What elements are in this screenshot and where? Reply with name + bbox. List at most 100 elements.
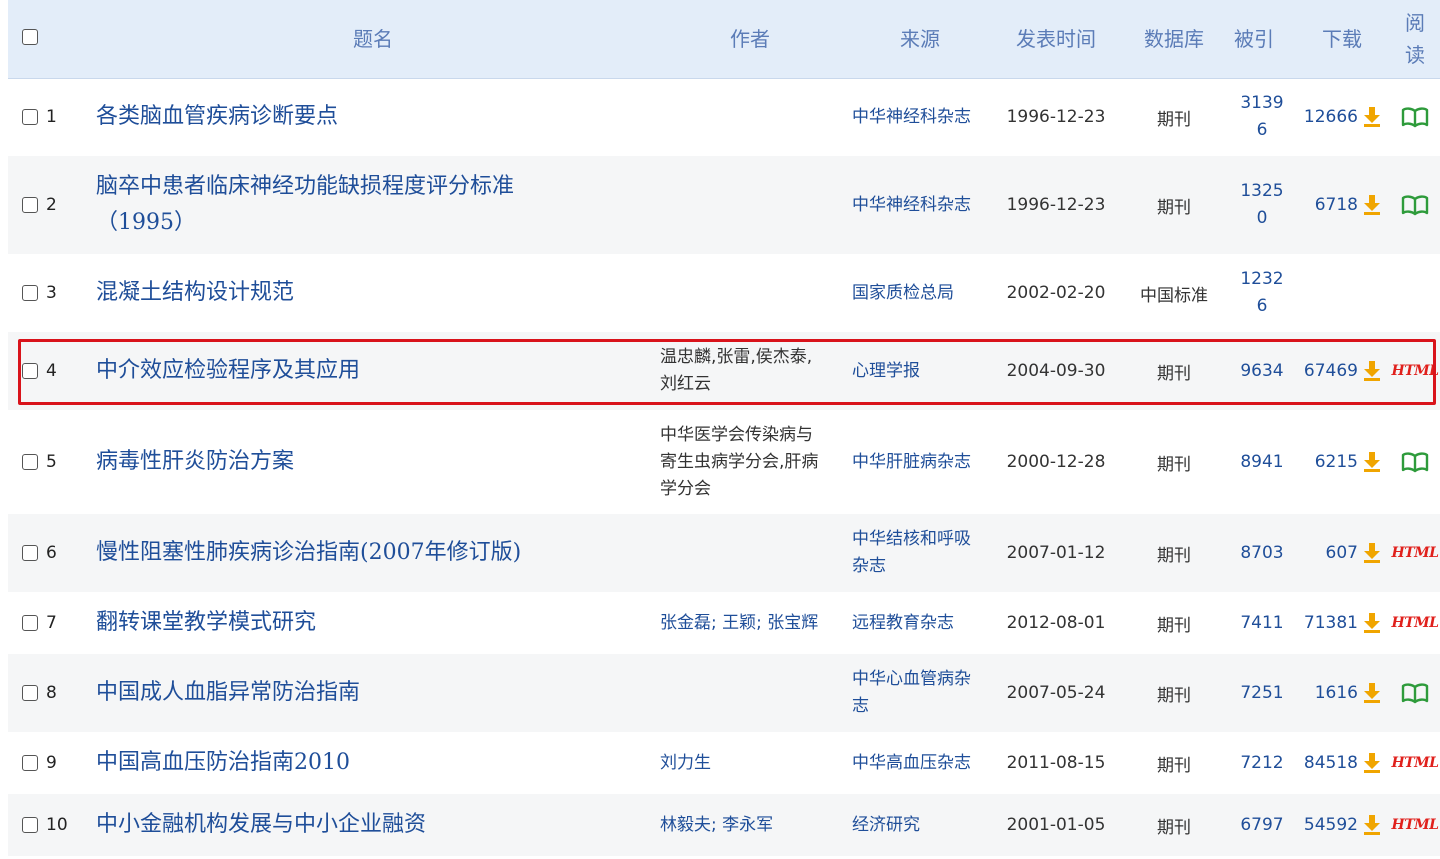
read-book-icon[interactable] [1401, 106, 1429, 128]
download-cell[interactable]: 54592 [1294, 794, 1382, 856]
header-cited[interactable]: 被引 [1224, 20, 1284, 54]
paper-title[interactable]: 翻转课堂教学模式研究 [96, 592, 656, 654]
cited-line-1[interactable]: 3139 [1240, 93, 1283, 113]
paper-title[interactable]: 中国成人血脂异常防治指南 [96, 654, 656, 732]
download-cell[interactable]: 12666 [1294, 78, 1382, 156]
cited-line-2[interactable]: 0 [1257, 208, 1268, 228]
download-cell[interactable] [1294, 254, 1382, 332]
title-line-1[interactable]: 中国成人血脂异常防治指南 [96, 680, 360, 705]
download-count[interactable]: 6718 [1315, 195, 1358, 215]
read-book-icon[interactable] [1401, 451, 1429, 473]
html-read-link[interactable]: HTML [1392, 755, 1440, 771]
read-book-icon[interactable] [1401, 194, 1429, 216]
download-cell[interactable]: 6215 [1294, 410, 1382, 514]
download-count[interactable]: 1616 [1315, 683, 1358, 703]
download-icon[interactable] [1362, 612, 1382, 634]
read-cell[interactable] [1392, 156, 1438, 254]
source-line-1[interactable]: 中华肝脏病杂志 [852, 452, 971, 472]
download-cell[interactable]: 84518 [1294, 732, 1382, 794]
read-cell[interactable] [1392, 254, 1438, 332]
cited-count[interactable]: 8703 [1240, 540, 1283, 567]
paper-title[interactable]: 中小金融机构发展与中小企业融资 [96, 794, 656, 856]
source-cell[interactable]: 国家质检总局 [852, 254, 992, 332]
row-checkbox-wrap[interactable]: 8 [22, 654, 57, 732]
cited-line-2[interactable]: 6 [1257, 296, 1268, 316]
read-cell[interactable]: HTML [1392, 592, 1440, 654]
cited-cell[interactable]: 8703 [1230, 514, 1294, 592]
row-checkbox-wrap[interactable]: 9 [22, 732, 57, 794]
source-line-1[interactable]: 经济研究 [852, 815, 920, 835]
download-icon[interactable] [1362, 106, 1382, 128]
header-download[interactable]: 下载 [1304, 20, 1380, 54]
download-icon[interactable] [1362, 752, 1382, 774]
author-line[interactable]: 中华医学会传染病与 [660, 425, 813, 445]
download-count[interactable]: 84518 [1304, 753, 1358, 773]
row-checkbox[interactable] [22, 755, 38, 771]
header-author[interactable]: 作者 [660, 20, 840, 54]
cited-count[interactable]: 7411 [1240, 610, 1283, 637]
header-database[interactable]: 数据库 [1126, 20, 1222, 54]
author-line[interactable]: 张金磊; 王颖; 张宝辉 [660, 613, 818, 633]
source-line-1[interactable]: 中华高血压杂志 [852, 753, 971, 773]
html-read-link[interactable]: HTML [1392, 615, 1440, 631]
header-date[interactable]: 发表时间 [998, 20, 1114, 54]
read-cell[interactable]: HTML [1392, 514, 1440, 592]
title-line-1[interactable]: 中国高血压防治指南2010 [96, 750, 350, 775]
download-icon[interactable] [1362, 682, 1382, 704]
read-cell[interactable]: HTML [1392, 732, 1440, 794]
title-line-1[interactable]: 脑卒中患者临床神经功能缺损程度评分标准 [96, 174, 514, 199]
row-checkbox[interactable] [22, 109, 38, 125]
cited-count[interactable]: 7251 [1240, 680, 1283, 707]
paper-title[interactable]: 脑卒中患者临床神经功能缺损程度评分标准 （1995） [96, 156, 656, 254]
title-line-1[interactable]: 翻转课堂教学模式研究 [96, 610, 316, 635]
title-line-1[interactable]: 中小金融机构发展与中小企业融资 [96, 812, 426, 837]
row-checkbox[interactable] [22, 545, 38, 561]
row-checkbox[interactable] [22, 817, 38, 833]
source-line-1[interactable]: 中华神经科杂志 [852, 107, 971, 127]
download-cell[interactable]: 6718 [1294, 156, 1382, 254]
source-cell[interactable]: 中华神经科杂志 [852, 156, 992, 254]
paper-title[interactable]: 慢性阻塞性肺疾病诊治指南(2007年修订版) [96, 514, 656, 592]
read-cell[interactable] [1392, 78, 1438, 156]
cited-count[interactable]: 8941 [1240, 449, 1283, 476]
download-icon[interactable] [1362, 814, 1382, 836]
download-cell[interactable]: 71381 [1294, 592, 1382, 654]
cited-cell[interactable]: 8941 [1230, 410, 1294, 514]
author-line[interactable]: 刘力生 [660, 753, 711, 773]
title-line-1[interactable]: 慢性阻塞性肺疾病诊治指南(2007年修订版) [96, 540, 521, 565]
read-cell[interactable]: HTML [1392, 794, 1440, 856]
download-count[interactable]: 6215 [1315, 452, 1358, 472]
html-read-link[interactable]: HTML [1392, 545, 1440, 561]
read-cell[interactable] [1392, 654, 1438, 732]
cited-line-1[interactable]: 1232 [1240, 269, 1283, 289]
download-icon[interactable] [1362, 194, 1382, 216]
author-line[interactable]: 寄生虫病学分会,肝病 [660, 452, 818, 472]
paper-title[interactable]: 病毒性肝炎防治方案 [96, 410, 656, 514]
source-line-2[interactable]: 杂志 [852, 556, 886, 576]
header-source[interactable]: 来源 [850, 20, 990, 54]
paper-title[interactable]: 中国高血压防治指南2010 [96, 732, 656, 794]
cited-cell[interactable]: 1232 6 [1230, 254, 1294, 332]
row-checkbox[interactable] [22, 685, 38, 701]
source-cell[interactable]: 中华结核和呼吸 杂志 [852, 514, 992, 592]
row-checkbox-wrap[interactable]: 3 [22, 254, 57, 332]
download-count[interactable]: 54592 [1304, 815, 1358, 835]
row-checkbox[interactable] [22, 197, 38, 213]
cited-count[interactable]: 7212 [1240, 750, 1283, 777]
source-line-2[interactable]: 志 [852, 696, 869, 716]
row-checkbox-wrap[interactable]: 1 [22, 78, 57, 156]
download-count[interactable]: 607 [1326, 543, 1358, 563]
cited-cell[interactable]: 7212 [1230, 732, 1294, 794]
source-cell[interactable]: 中华心血管病杂志 [852, 654, 992, 732]
read-book-icon[interactable] [1401, 682, 1429, 704]
source-cell[interactable]: 远程教育杂志 [852, 592, 992, 654]
title-line-1[interactable]: 病毒性肝炎防治方案 [96, 449, 294, 474]
source-cell[interactable]: 中华肝脏病杂志 [852, 410, 992, 514]
source-line-1[interactable]: 中华心血管病杂 [852, 669, 971, 689]
download-icon[interactable] [1362, 451, 1382, 473]
header-title[interactable]: 题名 [248, 20, 498, 54]
read-cell[interactable] [1392, 410, 1438, 514]
download-count[interactable]: 71381 [1304, 613, 1358, 633]
paper-title[interactable]: 各类脑血管疾病诊断要点 [96, 78, 656, 156]
title-line-2[interactable]: （1995） [96, 210, 196, 235]
